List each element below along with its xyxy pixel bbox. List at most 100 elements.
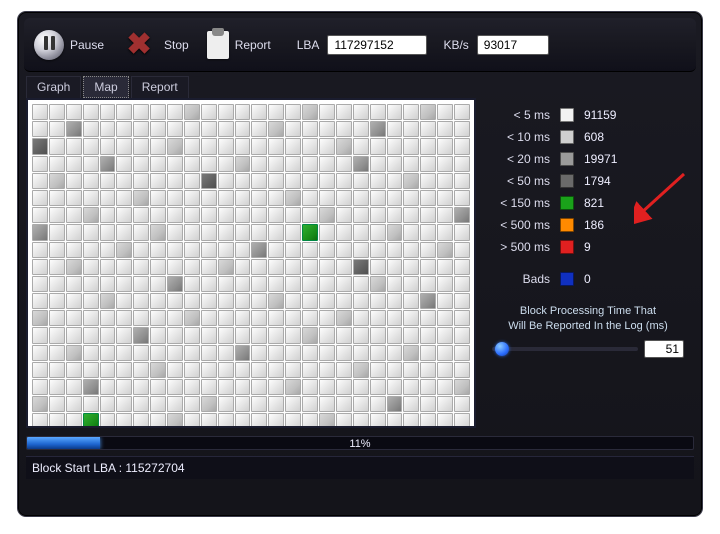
legend-swatch-icon xyxy=(560,218,574,232)
map-cell xyxy=(100,156,116,172)
map-cell xyxy=(235,379,251,395)
map-cell xyxy=(251,345,267,361)
map-cell xyxy=(184,413,200,428)
log-threshold-input[interactable] xyxy=(644,340,684,358)
map-cell xyxy=(235,293,251,309)
map-cell xyxy=(32,190,48,206)
map-cell xyxy=(49,104,65,120)
map-cell xyxy=(116,293,132,309)
map-cell xyxy=(167,379,183,395)
map-cell xyxy=(268,327,284,343)
legend-count: 821 xyxy=(584,196,604,210)
map-cell xyxy=(251,327,267,343)
map-cell xyxy=(353,104,369,120)
map-cell xyxy=(235,138,251,154)
map-cell xyxy=(83,327,99,343)
map-cell xyxy=(184,293,200,309)
pause-button[interactable]: Pause xyxy=(30,26,114,64)
map-cell xyxy=(336,259,352,275)
kbs-input[interactable] xyxy=(477,35,549,55)
map-cell xyxy=(336,138,352,154)
map-cell xyxy=(403,327,419,343)
map-cell xyxy=(420,396,436,412)
block-map-grid xyxy=(32,104,470,428)
map-cell xyxy=(150,379,166,395)
toolbar: Pause ✖ Stop Report LBA KB/s xyxy=(24,18,696,72)
map-cell xyxy=(387,396,403,412)
map-cell xyxy=(336,396,352,412)
map-cell xyxy=(184,121,200,137)
map-cell xyxy=(403,207,419,223)
map-cell xyxy=(302,310,318,326)
map-cell xyxy=(218,156,234,172)
map-cell xyxy=(32,121,48,137)
map-cell xyxy=(387,121,403,137)
legend-swatch-icon xyxy=(560,272,574,286)
map-cell xyxy=(285,207,301,223)
map-cell xyxy=(370,276,386,292)
map-cell xyxy=(116,104,132,120)
map-cell xyxy=(218,396,234,412)
log-threshold-slider[interactable] xyxy=(492,347,638,351)
map-cell xyxy=(116,173,132,189)
slider-knob-icon[interactable] xyxy=(495,342,509,356)
legend-row: < 50 ms1794 xyxy=(490,170,686,192)
map-cell xyxy=(420,190,436,206)
map-cell xyxy=(437,190,453,206)
map-cell xyxy=(235,345,251,361)
map-cell xyxy=(454,138,470,154)
map-cell xyxy=(420,276,436,292)
map-cell xyxy=(218,259,234,275)
main-row: < 5 ms91159< 10 ms608< 20 ms19971< 50 ms… xyxy=(18,98,702,428)
map-cell xyxy=(387,224,403,240)
map-cell xyxy=(150,362,166,378)
map-cell xyxy=(150,345,166,361)
map-cell xyxy=(285,104,301,120)
report-button[interactable]: Report xyxy=(203,27,281,63)
map-cell xyxy=(32,362,48,378)
tab-report[interactable]: Report xyxy=(131,76,189,98)
map-cell xyxy=(353,379,369,395)
map-cell xyxy=(66,259,82,275)
map-cell xyxy=(268,259,284,275)
stop-button[interactable]: ✖ Stop xyxy=(118,26,199,64)
map-cell xyxy=(437,345,453,361)
tab-map[interactable]: Map xyxy=(83,76,128,98)
map-cell xyxy=(370,310,386,326)
map-cell xyxy=(184,207,200,223)
map-cell xyxy=(235,310,251,326)
legend-count: 1794 xyxy=(584,174,611,188)
map-cell xyxy=(302,327,318,343)
legend-count: 91159 xyxy=(584,108,616,122)
tab-graph[interactable]: Graph xyxy=(26,76,81,98)
map-cell xyxy=(235,276,251,292)
map-cell xyxy=(66,224,82,240)
lba-input[interactable] xyxy=(327,35,427,55)
map-cell xyxy=(49,224,65,240)
map-cell xyxy=(116,259,132,275)
map-cell xyxy=(133,242,149,258)
legend-swatch-icon xyxy=(560,108,574,122)
map-cell xyxy=(437,310,453,326)
map-cell xyxy=(184,156,200,172)
map-cell xyxy=(403,293,419,309)
map-cell xyxy=(133,327,149,343)
report-label: Report xyxy=(235,38,271,52)
map-cell xyxy=(387,104,403,120)
map-cell xyxy=(319,362,335,378)
map-cell xyxy=(49,362,65,378)
map-cell xyxy=(83,173,99,189)
map-cell xyxy=(100,310,116,326)
map-cell xyxy=(83,156,99,172)
map-cell xyxy=(268,156,284,172)
map-cell xyxy=(420,207,436,223)
map-cell xyxy=(201,379,217,395)
map-cell xyxy=(302,207,318,223)
map-cell xyxy=(133,104,149,120)
map-cell xyxy=(454,293,470,309)
map-cell xyxy=(370,156,386,172)
legend-count: 9 xyxy=(584,240,591,254)
map-cell xyxy=(387,310,403,326)
map-cell xyxy=(302,224,318,240)
map-cell xyxy=(251,242,267,258)
